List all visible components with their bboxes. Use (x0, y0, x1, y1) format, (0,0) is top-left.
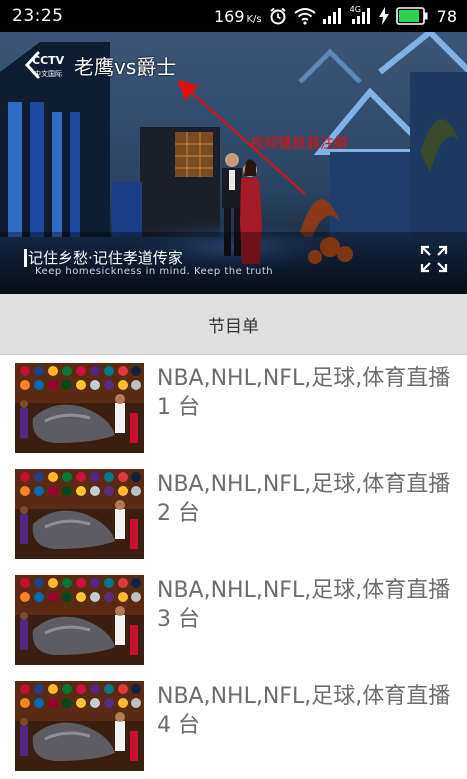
channel-thumbnail (15, 469, 144, 559)
status-icons: 169 K/s 4G 78 (214, 5, 457, 27)
caption-marker (24, 249, 27, 267)
channel-title: NBA,NHL,NFL,足球,体育直播4 台 (157, 684, 451, 738)
status-time: 23:25 (12, 6, 64, 26)
channel-title: NBA,NHL,NFL,足球,体育直播1 台 (157, 366, 451, 420)
program-list-header: 节目单 (0, 294, 467, 355)
channel-item[interactable]: NBA,NHL,NFL,足球,体育直播3 台 (0, 567, 467, 672)
annotation-label: 视频播放器注解 (250, 136, 348, 152)
channel-list: NBA,NHL,NFL,足球,体育直播1 台 NBA,NHL,NFL,足球,体育… (0, 355, 467, 779)
fullscreen-icon[interactable] (420, 245, 448, 273)
status-bar: 23:25 169 K/s 4G 78 (0, 0, 467, 32)
signal-4g-label: 4G (349, 5, 361, 14)
app-screen: 23:25 169 K/s 4G 78 CCTV 中文国际 老鹰vs爵士 视频播… (0, 0, 467, 779)
alarm-icon (269, 7, 287, 25)
channel-thumbnail (15, 575, 144, 665)
video-player[interactable]: CCTV 中文国际 老鹰vs爵士 视频播放器注解 记住乡愁·记住孝道传家 Kee… (0, 32, 467, 294)
channel-item[interactable]: NBA,NHL,NFL,足球,体育直播1 台 (0, 355, 467, 460)
signal-icon (322, 8, 343, 24)
signal-4g-icon: 4G (349, 5, 372, 24)
channel-item[interactable]: NBA,NHL,NFL,足球,体育直播2 台 (0, 461, 467, 566)
battery-icon (395, 7, 428, 25)
charging-icon (378, 7, 389, 25)
caption-chinese: 记住乡愁·记住孝道传家 (28, 249, 183, 267)
wifi-icon (294, 7, 316, 25)
channel-thumbnail (15, 681, 144, 771)
caption-english: Keep homesickness in mind. Keep the trut… (35, 266, 274, 277)
battery-level: 78 (436, 6, 457, 26)
channel-title: NBA,NHL,NFL,足球,体育直播3 台 (157, 578, 451, 632)
program-list-title: 节目单 (208, 316, 259, 337)
net-speed-unit: K/s (246, 13, 262, 25)
net-speed-value: 169 (213, 6, 245, 26)
channel-thumbnail (15, 363, 144, 453)
net-speed: 169 K/s (214, 7, 262, 26)
channel-title: NBA,NHL,NFL,足球,体育直播2 台 (157, 472, 451, 526)
channel-item[interactable]: NBA,NHL,NFL,足球,体育直播4 台 (0, 673, 467, 778)
